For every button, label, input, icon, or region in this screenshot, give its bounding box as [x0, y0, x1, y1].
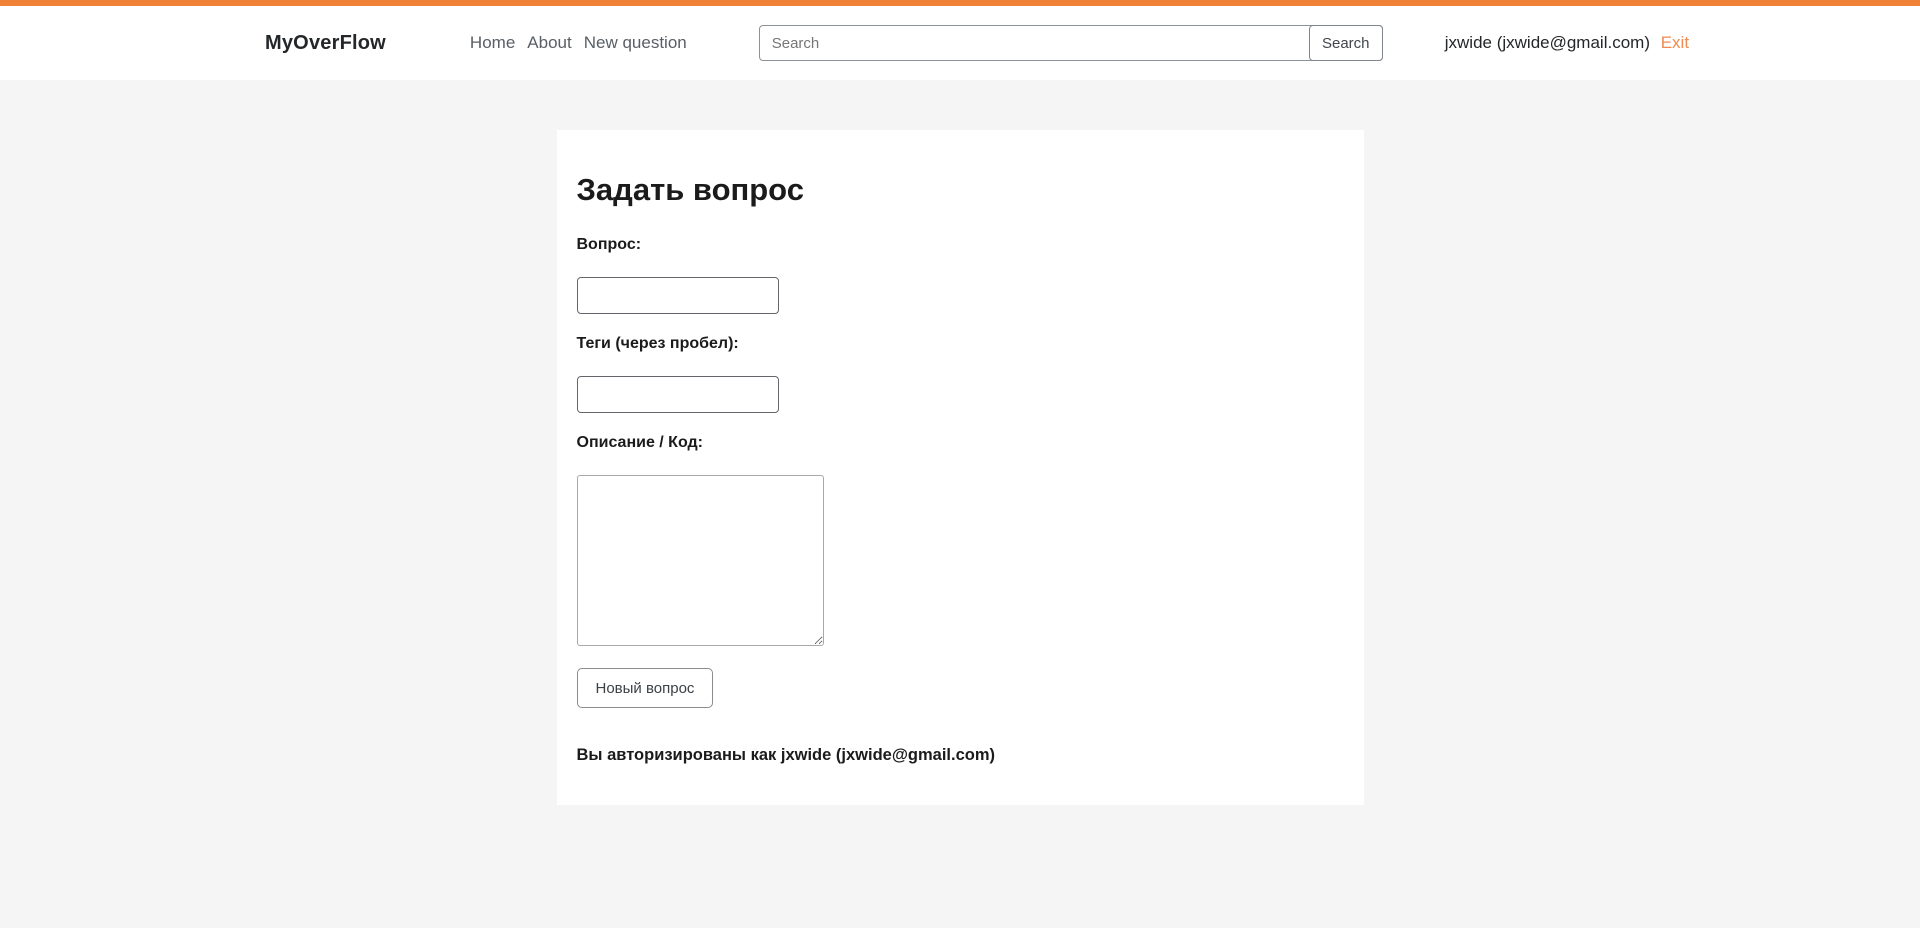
question-label: Вопрос: [576, 236, 642, 253]
header-inner: MyOverFlow Home About New question Searc… [265, 6, 1689, 80]
nav-item-about[interactable]: About [527, 33, 571, 53]
question-input[interactable] [576, 277, 779, 314]
nav-item-new-question[interactable]: New question [584, 33, 687, 53]
page-title: Задать вопрос [576, 172, 804, 207]
auth-note: Вы авторизированы как jxwide (jxwide@gma… [576, 746, 996, 764]
exit-link[interactable]: Exit [1661, 33, 1689, 52]
user-area: jxwide (jxwide@gmail.com) Exit [1445, 33, 1689, 53]
logo[interactable]: MyOverFlow [265, 32, 386, 55]
user-display: jxwide (jxwide@gmail.com) [1444, 33, 1650, 52]
description-label: Описание / Код: [576, 434, 703, 451]
tags-input[interactable] [576, 376, 779, 413]
search-form: Search [758, 25, 1383, 61]
search-button[interactable]: Search [1308, 25, 1383, 61]
tags-label: Теги (через пробел): [576, 335, 739, 352]
description-textarea[interactable] [576, 475, 824, 646]
main-nav: Home About New question [470, 33, 687, 53]
new-question-button[interactable]: Новый вопрос [576, 668, 714, 708]
search-input[interactable] [758, 25, 1383, 61]
site-header: MyOverFlow Home About New question Searc… [0, 6, 1920, 80]
main-content: Задать вопрос Вопрос: Теги (через пробел… [0, 130, 1920, 805]
ask-question-card: Задать вопрос Вопрос: Теги (через пробел… [556, 130, 1364, 805]
nav-item-home[interactable]: Home [470, 33, 515, 53]
